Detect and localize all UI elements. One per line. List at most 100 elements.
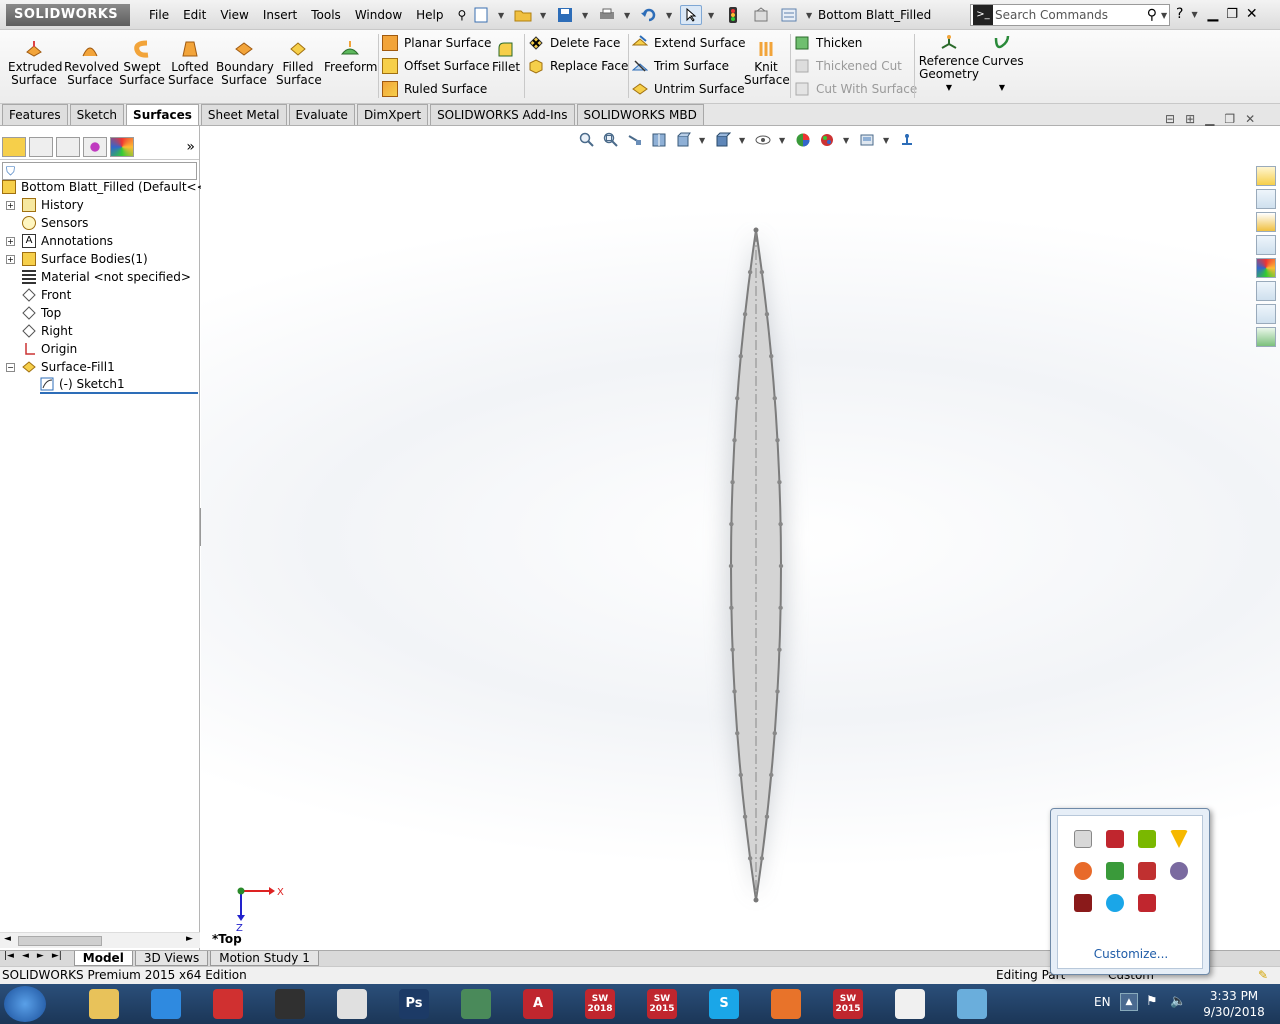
action-center-icon[interactable]: ⚑ xyxy=(1146,994,1158,1009)
taskbar-app-photoshop[interactable]: Ps xyxy=(386,986,442,1022)
expand-toggle[interactable]: + xyxy=(6,255,15,264)
design-library-icon[interactable] xyxy=(1256,189,1276,209)
boundary-surface-button[interactable]: Boundary Surface xyxy=(216,40,274,87)
select-cursor-icon[interactable] xyxy=(680,5,702,25)
extend-surface-button[interactable]: Extend Surface xyxy=(631,33,746,53)
share-tray-icon[interactable] xyxy=(1074,862,1092,880)
chevron-down-icon[interactable]: ▼ xyxy=(843,136,851,145)
taskbar-app-file-explorer[interactable] xyxy=(76,986,132,1022)
taskbar-app-onenote-app[interactable] xyxy=(944,986,1000,1022)
lofted-surface-button[interactable]: Lofted Surface xyxy=(168,40,214,87)
delete-face-button[interactable]: Delete Face xyxy=(528,33,620,53)
acrobat-tray-icon[interactable] xyxy=(1074,894,1092,912)
nav-prev-icon[interactable]: ◄ xyxy=(18,951,33,961)
start-button[interactable] xyxy=(4,986,46,1022)
scrollbar-thumb[interactable] xyxy=(18,936,102,946)
previous-view-icon[interactable] xyxy=(627,132,643,148)
taskbar-app-internet-explorer[interactable] xyxy=(138,986,194,1022)
expand-toggle[interactable]: + xyxy=(6,237,15,246)
rebuild-icon[interactable] xyxy=(722,5,744,25)
tab-model[interactable]: Model xyxy=(73,951,133,966)
tree-item-right-plane[interactable]: Right xyxy=(22,322,73,340)
chevron-down-icon[interactable]: ▼ xyxy=(883,136,891,145)
menu-help[interactable]: Help xyxy=(409,0,450,30)
menu-edit[interactable]: Edit xyxy=(176,0,213,30)
hide-show-items-icon[interactable] xyxy=(755,132,771,148)
taskbar-app-downloader[interactable] xyxy=(200,986,256,1022)
extruded-surface-button[interactable]: Extruded Surface xyxy=(8,40,63,87)
chevron-down-icon[interactable]: ▼ xyxy=(582,11,590,20)
section-view-icon[interactable] xyxy=(651,132,667,148)
horizontal-scrollbar[interactable]: ◄ ► xyxy=(0,932,200,948)
search-icon[interactable]: ⚲ xyxy=(1143,7,1161,23)
search-input[interactable]: Search Commands xyxy=(995,8,1143,22)
file-explorer-icon[interactable] xyxy=(1256,212,1276,232)
new-document-icon[interactable] xyxy=(470,5,492,25)
chevron-down-icon[interactable]: ▼ xyxy=(666,11,674,20)
menu-window[interactable]: Window xyxy=(348,0,409,30)
3d-views-icon[interactable] xyxy=(899,132,915,148)
show-hidden-icons-button[interactable]: ▲ xyxy=(1120,993,1138,1011)
security-check-tray-icon[interactable] xyxy=(1106,862,1124,880)
download-manager-tray-icon[interactable] xyxy=(1170,830,1188,848)
edit-appearance-icon[interactable] xyxy=(795,132,811,148)
nav-next-icon[interactable]: ► xyxy=(33,951,48,961)
chevron-down-icon[interactable]: ▼ xyxy=(1161,11,1169,20)
undo-icon[interactable] xyxy=(638,5,660,25)
language-indicator[interactable]: EN xyxy=(1094,995,1111,1009)
chevron-down-icon[interactable]: ▼ xyxy=(708,11,716,20)
menu-tools[interactable]: Tools xyxy=(304,0,348,30)
help-icon[interactable]: ? xyxy=(1176,6,1183,22)
clock[interactable]: 3:33 PM 9/30/2018 xyxy=(1196,988,1272,1020)
tab-sketch[interactable]: Sketch xyxy=(69,104,125,125)
nav-first-icon[interactable]: |◄ xyxy=(0,951,18,961)
antivirus-tray-icon[interactable] xyxy=(1138,862,1156,880)
viewport-minimize-icon[interactable]: ▁ xyxy=(1205,112,1214,126)
network-tray-icon[interactable] xyxy=(1074,830,1092,848)
reference-geometry-button[interactable]: Reference Geometry ▼ xyxy=(918,34,980,94)
taskbar-app-globe-app[interactable] xyxy=(448,986,504,1022)
skype-tray-icon[interactable] xyxy=(1106,894,1124,912)
viewport-restore-icon[interactable]: ❐ xyxy=(1224,112,1235,126)
tile-vertical-icon[interactable]: ⊞ xyxy=(1185,112,1195,126)
revolved-surface-button[interactable]: Revolved Surface xyxy=(64,40,119,87)
zoom-to-area-icon[interactable] xyxy=(603,132,619,148)
taskbar-app-solidworks-2018[interactable]: SW 2018 xyxy=(572,986,628,1022)
chevron-down-icon[interactable]: ▼ xyxy=(918,81,980,94)
solidworks-resources-icon[interactable] xyxy=(1256,166,1276,186)
scroll-left-icon[interactable]: ◄ xyxy=(4,934,11,944)
filled-surface-button[interactable]: Filled Surface xyxy=(276,40,322,87)
configuration-manager-tab-icon[interactable] xyxy=(56,136,80,157)
cut-with-surface-button[interactable]: Cut With Surface xyxy=(794,79,917,99)
replace-face-button[interactable]: Replace Face xyxy=(528,56,628,76)
expand-panel-icon[interactable]: » xyxy=(186,139,195,155)
tab-solidworks-add-ins[interactable]: SOLIDWORKS Add-Ins xyxy=(430,104,575,125)
tree-item-material[interactable]: Material <not specified> xyxy=(22,268,191,286)
planar-surface-button[interactable]: Planar Surface xyxy=(382,33,491,53)
trim-surface-button[interactable]: Trim Surface xyxy=(631,56,729,76)
collapse-toggle[interactable]: − xyxy=(6,363,15,372)
tile-horizontal-icon[interactable]: ⊟ xyxy=(1165,112,1175,126)
apply-scene-icon[interactable] xyxy=(819,132,835,148)
taskbar-app-solidworks-2015[interactable]: SW 2015 xyxy=(634,986,690,1022)
display-manager-tab-icon[interactable] xyxy=(110,136,134,157)
thickened-cut-button[interactable]: Thickened Cut xyxy=(794,56,902,76)
tab-3d-views[interactable]: 3D Views xyxy=(134,951,209,966)
chevron-down-icon[interactable]: ▼ xyxy=(1191,10,1199,19)
search-commands-box[interactable]: >_ Search Commands ⚲ ▼ xyxy=(970,4,1170,26)
chevron-down-icon[interactable]: ▼ xyxy=(739,136,747,145)
restore-icon[interactable]: ❐ xyxy=(1226,7,1238,22)
appearances-scenes-icon[interactable] xyxy=(1256,258,1276,278)
open-folder-icon[interactable] xyxy=(512,5,534,25)
tree-item-origin[interactable]: Origin xyxy=(22,340,77,358)
expand-toggle[interactable]: + xyxy=(6,201,15,210)
nav-last-icon[interactable]: ►| xyxy=(48,951,66,961)
chevron-down-icon[interactable]: ▼ xyxy=(699,136,707,145)
file-properties-icon[interactable] xyxy=(750,5,772,25)
taskbar-app-solidworks-2015-active[interactable]: SW 2015 xyxy=(820,986,876,1022)
tree-item-front-plane[interactable]: Front xyxy=(22,286,71,304)
untrim-surface-button[interactable]: Untrim Surface xyxy=(632,79,745,99)
sw-rx-tray-icon[interactable] xyxy=(1170,862,1188,880)
fillet-button[interactable]: Fillet xyxy=(490,40,522,74)
menu-view[interactable]: View xyxy=(213,0,255,30)
